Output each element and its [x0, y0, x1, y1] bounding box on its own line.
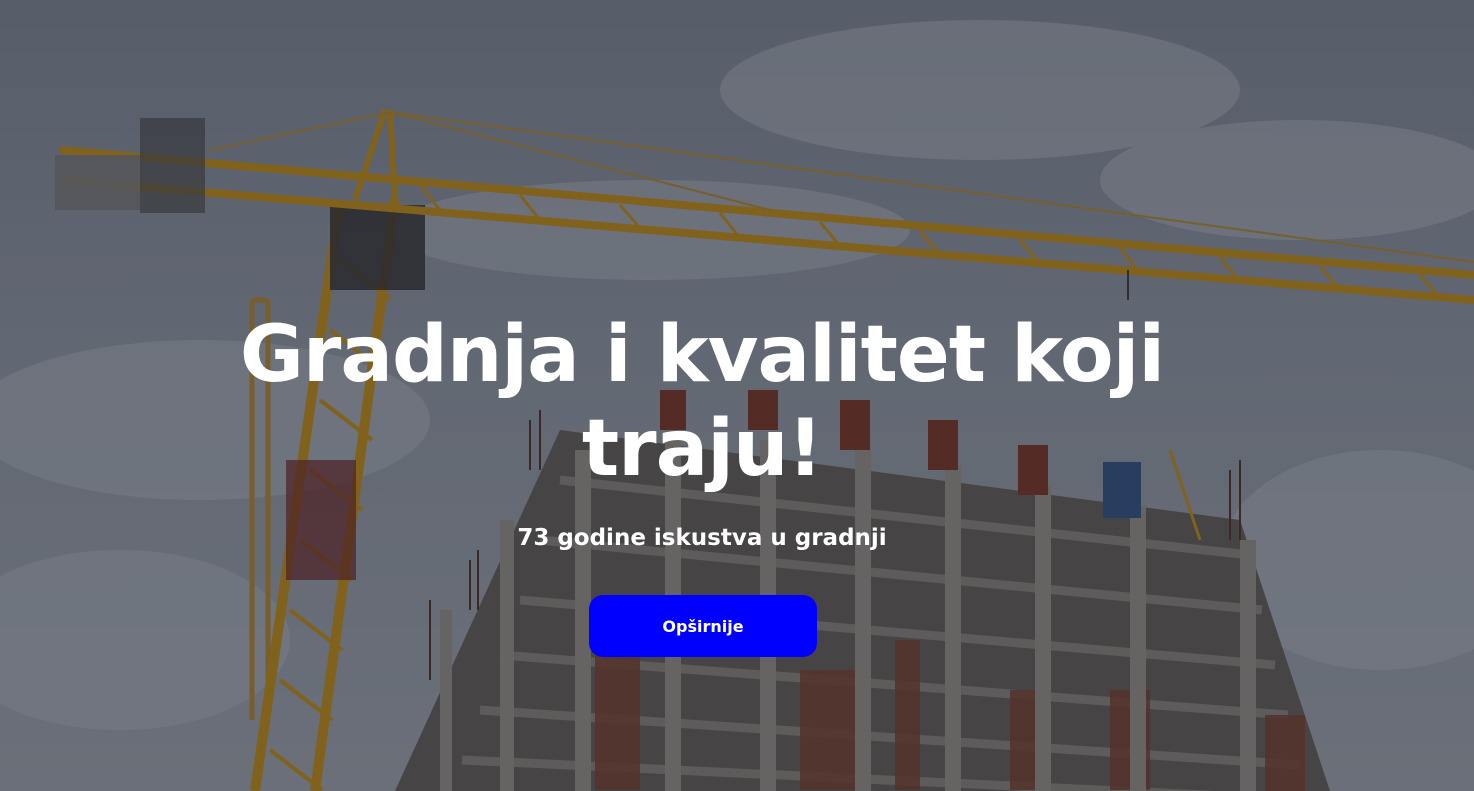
read-more-button[interactable]: Opširnije — [589, 595, 817, 657]
hero-section: Gradnja i kvalitet koji traju! 73 godine… — [0, 0, 1474, 791]
dark-overlay — [0, 0, 1474, 791]
